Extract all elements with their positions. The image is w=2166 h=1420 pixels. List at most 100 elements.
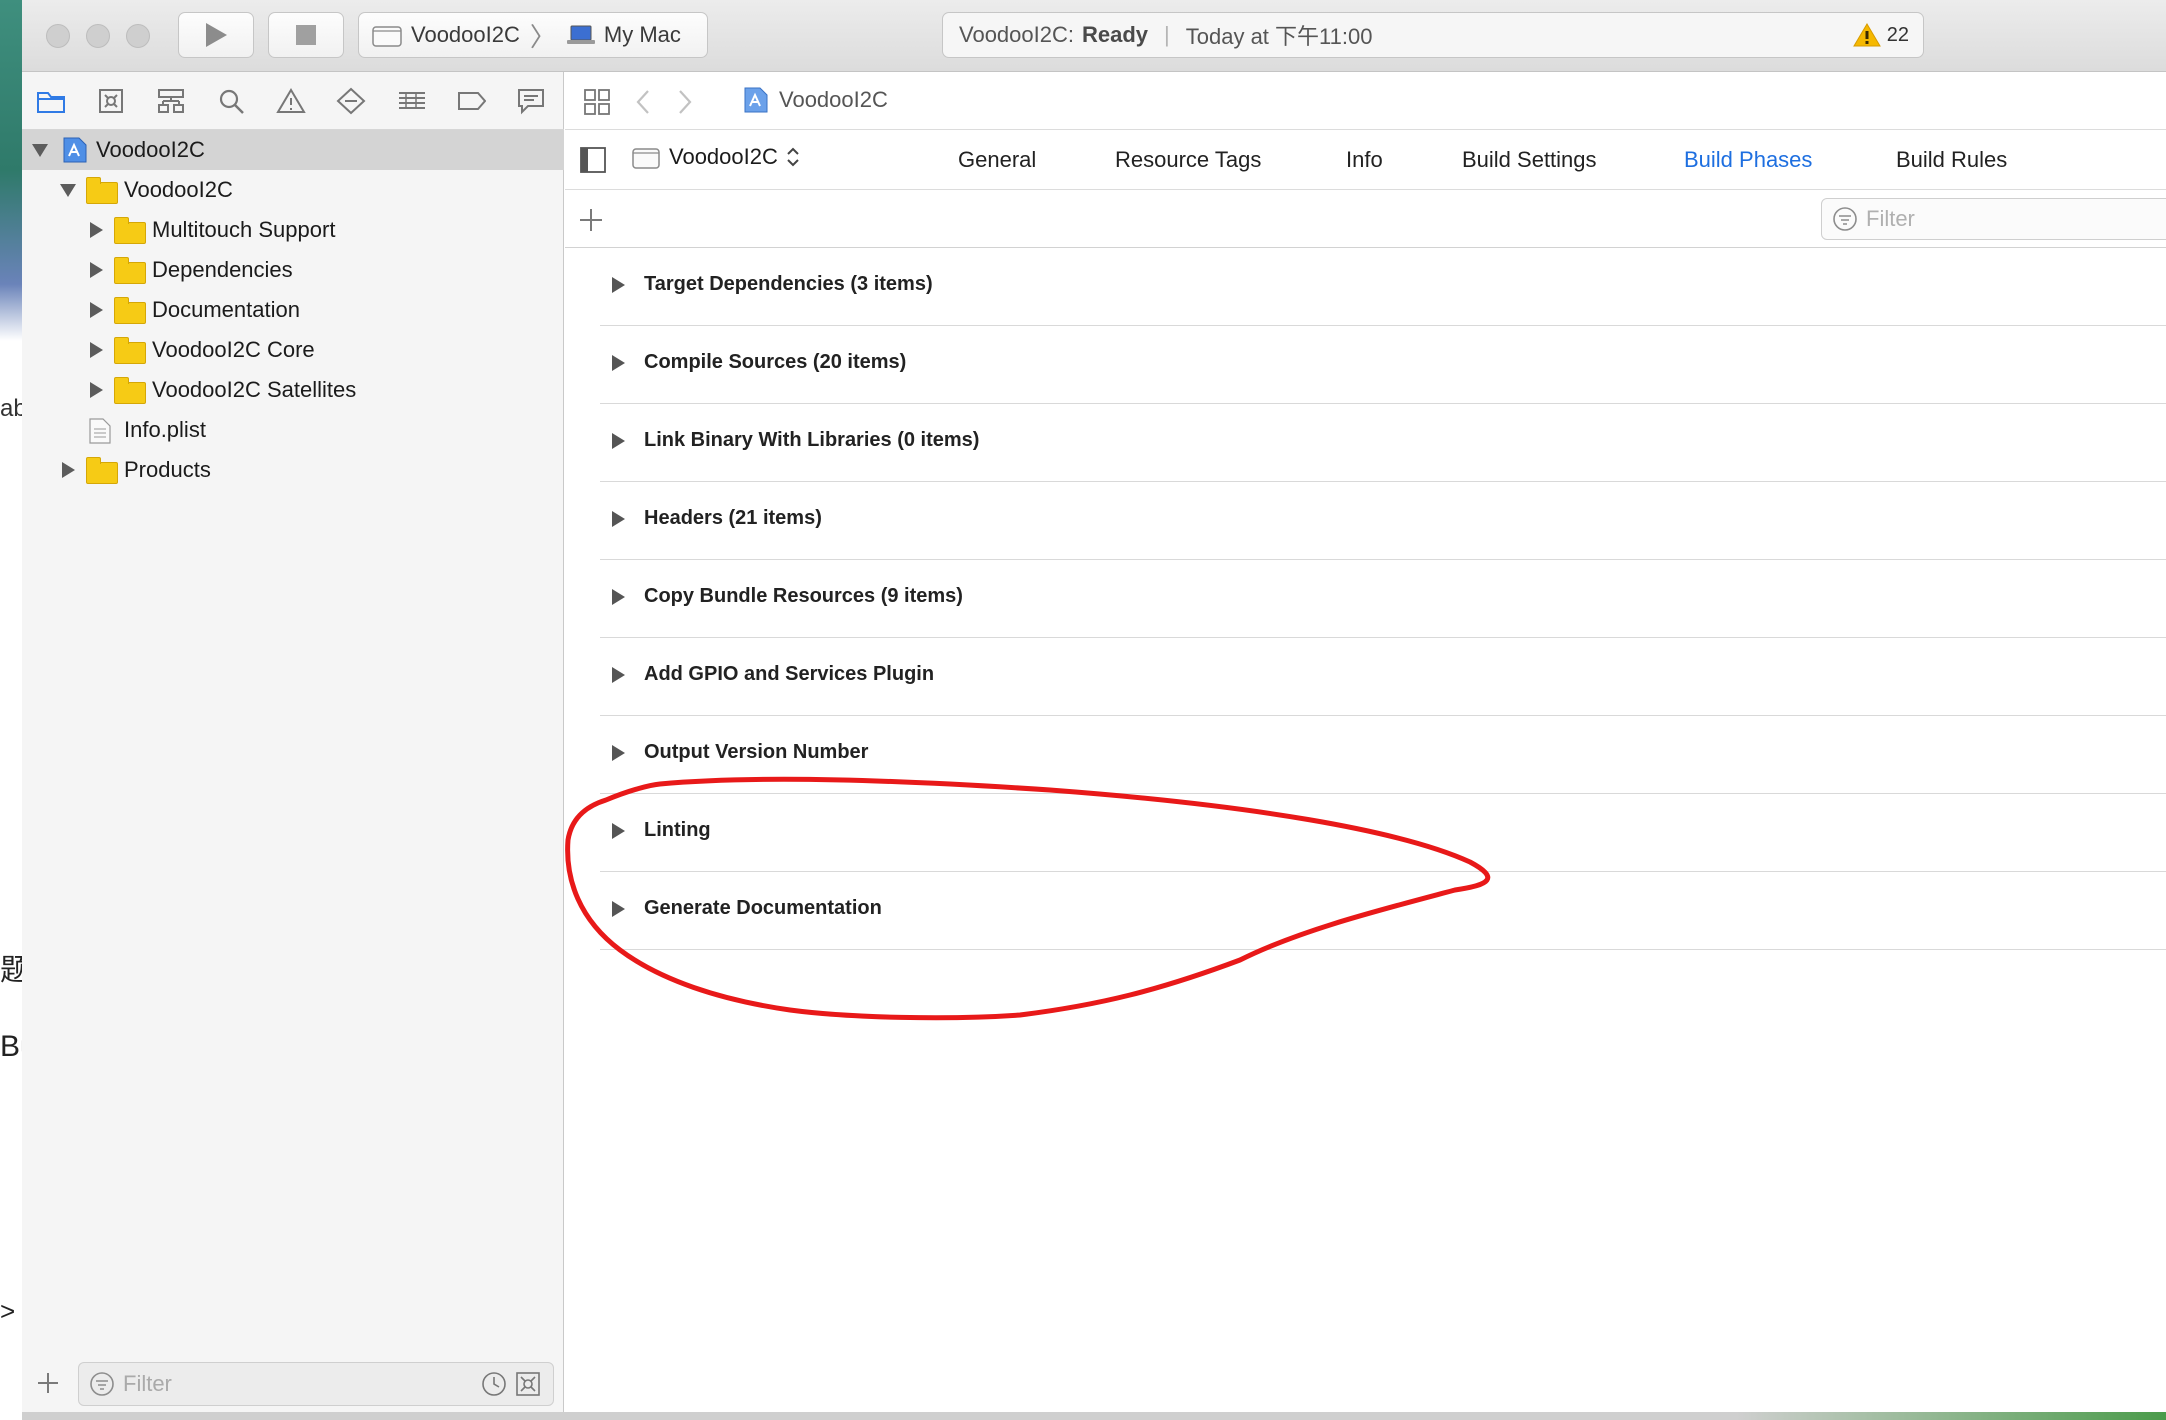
target-icon [372,26,402,47]
disclosure-triangle-icon[interactable] [612,589,625,605]
disclosure-triangle-icon[interactable] [90,262,103,278]
tree-item-label: Info.plist [124,417,206,442]
folder-icon [114,377,146,404]
disclosure-triangle-icon[interactable] [612,901,625,917]
chevron-updown-icon [787,147,799,167]
build-phase-title: Compile Sources (20 items) [644,351,907,373]
build-phase-row[interactable]: Compile Sources (20 items) [600,326,2166,404]
build-phase-title: Add GPIO and Services Plugin [644,663,935,685]
test-navigator-icon[interactable] [336,86,366,116]
symbol-navigator-icon[interactable] [156,86,186,116]
disclosure-triangle-icon[interactable] [612,433,625,449]
related-items-icon[interactable] [583,88,611,116]
tree-row-project[interactable]: VoodooI2C [22,130,564,170]
project-navigator: VoodooI2C VoodooI2C Multitouch Support D… [22,72,564,1412]
tab-build-phases[interactable]: Build Phases [1684,147,1812,173]
build-phase-row[interactable]: Target Dependencies (3 items) [600,248,2166,326]
tree-row-folder[interactable]: Multitouch Support [22,210,564,250]
disclosure-triangle-icon[interactable] [612,823,625,839]
plus-icon [38,1373,58,1393]
chevron-right-icon: 〉 [529,21,556,52]
disclosure-triangle-icon[interactable] [612,745,625,761]
target-selector[interactable]: VoodooI2C [631,144,802,170]
close-window-button[interactable] [46,24,70,48]
tab-general[interactable]: General [958,147,1036,173]
stop-icon [296,25,316,45]
debug-navigator-icon[interactable] [396,86,426,116]
tree-item-label: VoodooI2C [96,137,205,162]
build-phase-title: Output Version Number [644,741,869,763]
desktop-background [0,0,22,1420]
build-phase-row[interactable]: Output Version Number [600,716,2166,794]
tree-row-folder[interactable]: Dependencies [22,250,564,290]
status-state: Ready [1081,22,1149,47]
disclosure-triangle-icon[interactable] [32,144,48,157]
add-file-button[interactable] [34,1368,62,1398]
disclosure-triangle-icon[interactable] [90,342,103,358]
folder-icon[interactable] [36,86,66,116]
build-phase-row[interactable]: Generate Documentation [600,872,2166,950]
tree-row-folder[interactable]: VoodooI2C [22,170,564,210]
build-phase-row[interactable]: Headers (21 items) [600,482,2166,560]
zoom-window-button[interactable] [126,24,150,48]
tree-row-folder[interactable]: Documentation [22,290,564,330]
tab-resource-tags[interactable]: Resource Tags [1115,147,1261,173]
tree-item-label: Multitouch Support [152,217,336,242]
search-icon[interactable] [216,86,246,116]
target-name: VoodooI2C [669,144,778,169]
build-phase-row[interactable]: Link Binary With Libraries (0 items) [600,404,2166,482]
tree-row-folder[interactable]: VoodooI2C Core [22,330,564,370]
source-control-icon[interactable] [96,86,126,116]
tree-row-folder[interactable]: VoodooI2C Satellites [22,370,564,410]
build-phase-row[interactable]: Copy Bundle Resources (9 items) [600,560,2166,638]
folder-icon [114,297,146,324]
issue-warning-icon[interactable] [276,86,306,116]
report-navigator-icon[interactable] [516,86,546,116]
tree-item-label: Products [124,457,211,482]
sidebar-toggle-icon[interactable] [579,146,607,174]
filter-placeholder: Filter [1866,206,1915,231]
background-window-text: > [0,1296,16,1326]
tree-item-label: Documentation [152,297,300,322]
status-project: VoodooI2C: [959,22,1074,47]
editor-tab-bar: VoodooI2C General Resource Tags Info Bui… [565,130,2166,190]
build-phase-filter-field[interactable]: Filter [1821,198,2166,240]
disclosure-triangle-icon[interactable] [62,462,75,478]
tree-row-folder[interactable]: Products [22,450,564,490]
stop-button[interactable] [268,12,344,58]
disclosure-triangle-icon[interactable] [612,355,625,371]
build-phase-row[interactable]: Linting [600,794,2166,872]
tab-build-rules[interactable]: Build Rules [1896,147,2007,173]
disclosure-triangle-icon[interactable] [90,222,103,238]
project-editor: VoodooI2C VoodooI2C General Resource Tag… [565,72,2166,1412]
disclosure-triangle-icon[interactable] [90,302,103,318]
activity-viewer: VoodooI2C: Ready | Today at 下午11:00 22 [942,12,1924,58]
navigator-filter-field[interactable]: Filter [78,1362,554,1406]
disclosure-triangle-icon[interactable] [612,511,625,527]
minimize-window-button[interactable] [86,24,110,48]
breadcrumb[interactable]: VoodooI2C [743,86,888,114]
disclosure-triangle-icon[interactable] [60,184,76,197]
plus-icon[interactable] [577,206,605,234]
window-toolbar: VoodooI2C 〉 My Mac VoodooI2C: Ready | To… [22,0,2166,72]
desktop-background [22,1412,2166,1420]
warning-indicator[interactable]: 22 [1852,22,1909,48]
build-phase-row[interactable]: Add GPIO and Services Plugin [600,638,2166,716]
run-button[interactable] [178,12,254,58]
clock-icon[interactable] [481,1371,507,1397]
scheme-selector[interactable]: VoodooI2C 〉 My Mac [358,12,708,58]
disclosure-triangle-icon[interactable] [612,667,625,683]
tab-build-settings[interactable]: Build Settings [1462,147,1597,173]
filter-icon [1833,207,1857,231]
build-phase-title: Headers (21 items) [644,507,822,529]
disclosure-triangle-icon[interactable] [90,382,103,398]
back-arrow-icon[interactable] [633,88,653,116]
disclosure-triangle-icon[interactable] [612,277,625,293]
build-phase-title: Link Binary With Libraries (0 items) [644,429,980,451]
breakpoint-navigator-icon[interactable] [456,86,486,116]
tree-row-file[interactable]: Info.plist [22,410,564,450]
tab-info[interactable]: Info [1346,147,1383,173]
forward-arrow-icon[interactable] [675,88,695,116]
navigator-selector-bar [22,72,564,130]
source-control-filter-icon[interactable] [515,1371,541,1397]
